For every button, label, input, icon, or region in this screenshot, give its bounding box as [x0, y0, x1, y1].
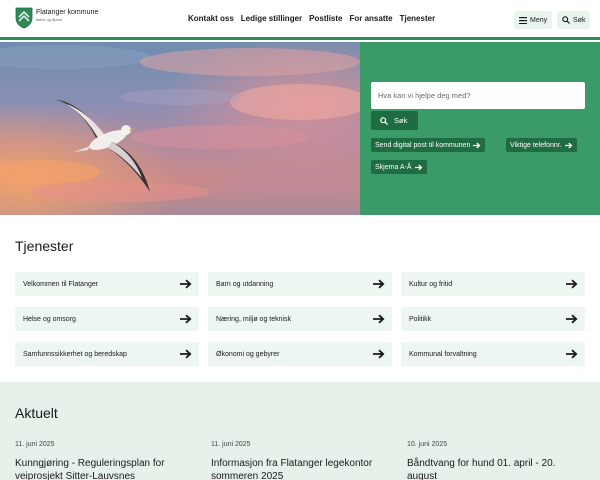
service-card-label: Kommunal forvaltning: [409, 350, 477, 358]
news-item-title[interactable]: Båndtvang for hund 01. april - 20. augus…: [407, 457, 585, 480]
nav-link-postlist[interactable]: Postliste: [309, 14, 342, 23]
service-card-label: Samfunnssikkerhet og beredskap: [23, 350, 127, 358]
service-card-label: Økonomi og gebyrer: [216, 350, 280, 358]
arrow-right-icon: [373, 314, 385, 324]
service-card-label: Næring, miljø og teknisk: [216, 315, 292, 323]
logo-name: Flatanger kommune: [36, 9, 99, 16]
sunset-seagull-image: [0, 42, 360, 215]
service-card[interactable]: Helse og omsorg: [15, 307, 199, 331]
news-heading: Aktuelt: [15, 405, 58, 421]
arrow-right-icon: [473, 142, 481, 148]
news-date: 10. juni 2025: [407, 441, 448, 448]
menu-button-label: Meny: [530, 16, 548, 24]
nav-link-contact[interactable]: Kontakt oss: [188, 14, 234, 23]
search-icon: [380, 116, 388, 125]
main-nav: Kontakt oss Ledige stillinger Postliste …: [188, 14, 435, 23]
hero-image: [0, 42, 360, 215]
quicklink-label: Skjema A-Å: [375, 163, 412, 171]
service-card-label: Kultur og fritid: [409, 280, 453, 288]
arrow-right-icon: [180, 349, 192, 359]
nav-link-employees[interactable]: For ansatte: [349, 14, 392, 23]
header-search-label: Søk: [573, 16, 586, 24]
news-item-title[interactable]: Kunngjøring - Reguleringsplan for veipro…: [15, 457, 193, 480]
nav-link-jobs[interactable]: Ledige stillinger: [241, 14, 302, 23]
news-item-title[interactable]: Informasjon fra Flatanger legekontor som…: [211, 457, 389, 480]
service-card[interactable]: Politikk: [401, 307, 585, 331]
site-header: Flatanger kommune aktivt og åpent Kontak…: [0, 0, 600, 40]
service-card[interactable]: Velkommen til Flatanger: [15, 272, 199, 296]
service-card[interactable]: Næring, miljø og teknisk: [208, 307, 392, 331]
hero-search-panel: Søk Send digital post til kommunen Vikti…: [360, 42, 600, 215]
nav-link-services[interactable]: Tjenester: [400, 14, 436, 23]
header-search-button[interactable]: Søk: [557, 11, 591, 29]
service-card-label: Velkommen til Flatanger: [23, 280, 99, 288]
quicklink-label: Send digital post til kommunen: [375, 141, 471, 149]
service-card[interactable]: Økonomi og gebyrer: [208, 342, 392, 366]
service-card-label: Politikk: [409, 315, 432, 323]
arrow-right-icon: [566, 349, 578, 359]
arrow-right-icon: [180, 314, 192, 324]
services-heading: Tjenester: [15, 238, 74, 254]
menu-button[interactable]: Meny: [514, 11, 553, 29]
service-card[interactable]: Kultur og fritid: [401, 272, 585, 296]
news-section: Aktuelt 11. juni 2025 Kunngjøring - Regu…: [0, 382, 600, 480]
news-date: 11. juni 2025: [211, 441, 251, 448]
arrow-right-icon: [414, 164, 423, 170]
arrow-right-icon: [564, 142, 573, 148]
quicklink-digital-post[interactable]: Send digital post til kommunen: [371, 138, 486, 152]
quicklink-phone-numbers[interactable]: Viktige telefonnr.: [506, 138, 577, 152]
main-search-input[interactable]: [371, 82, 585, 109]
service-card-label: Helse og omsorg: [23, 315, 76, 323]
arrow-right-icon: [566, 279, 578, 289]
arrow-right-icon: [373, 349, 385, 359]
service-card[interactable]: Barn og utdanning: [208, 272, 392, 296]
logo-tagline: aktivt og åpent: [36, 17, 63, 22]
site-logo[interactable]: Flatanger kommune aktivt og åpent: [15, 7, 98, 29]
arrow-right-icon: [566, 314, 578, 324]
news-date: 11. juni 2025: [15, 441, 55, 448]
quicklink-label: Viktige telefonnr.: [510, 141, 562, 149]
quicklink-forms[interactable]: Skjema A-Å: [371, 160, 427, 174]
main-search-button-label: Søk: [394, 116, 408, 125]
service-card-label: Barn og utdanning: [216, 280, 274, 288]
search-icon: [562, 16, 570, 24]
main-search-button[interactable]: Søk: [371, 111, 418, 130]
arrow-right-icon: [180, 279, 192, 289]
service-card[interactable]: Kommunal forvaltning: [401, 342, 585, 366]
service-card[interactable]: Samfunnssikkerhet og beredskap: [15, 342, 199, 366]
hamburger-icon: [519, 16, 527, 24]
coat-of-arms-icon: [15, 7, 33, 29]
arrow-right-icon: [373, 279, 385, 289]
